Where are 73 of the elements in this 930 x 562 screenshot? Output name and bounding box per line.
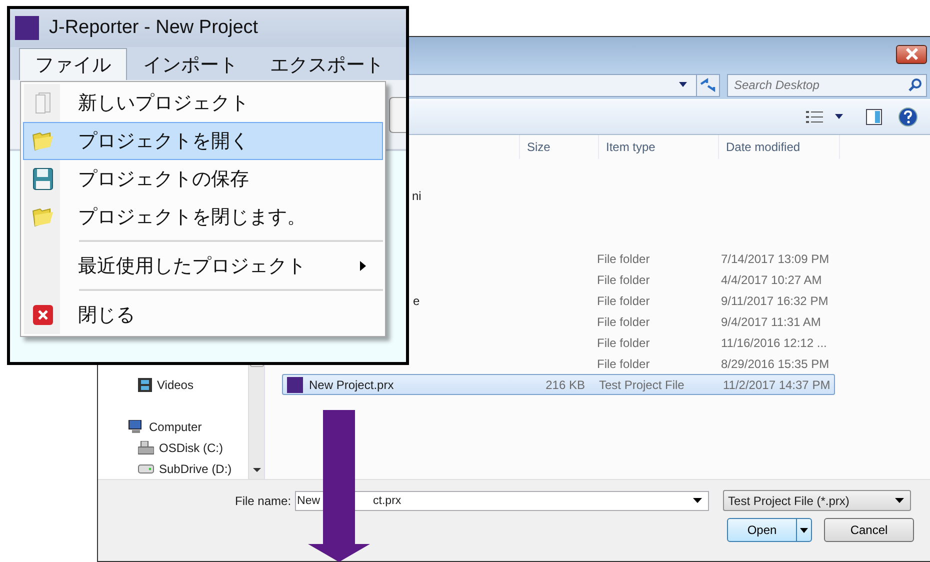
page-icon [35, 92, 51, 114]
file-type: File folder [597, 356, 650, 370]
file-row[interactable]: File folder 7/14/2017 13:09 PM [410, 248, 835, 269]
menu-item[interactable]: 新しいプロジェクト [23, 84, 383, 122]
file-row[interactable]: File folder 9/4/2017 11:31 AM [410, 311, 835, 332]
file-row[interactable]: e File folder 9/11/2017 16:32 PM [410, 290, 835, 311]
file-type-dropdown[interactable]: Test Project File (*.prx) [723, 490, 912, 511]
close-icon [904, 48, 918, 60]
date-modified: 11/2/2017 14:37 PM [723, 378, 830, 392]
file-name: ni [412, 188, 422, 202]
date-modified: 11/16/2016 12:12 ... [721, 336, 827, 350]
close-icon [33, 305, 53, 325]
search-field[interactable]: Search Desktop [727, 74, 927, 96]
file-type: Test Project File [599, 378, 684, 392]
dropdown-caret-icon [678, 82, 688, 88]
drive-icon [138, 440, 154, 454]
dropdown-caret-icon[interactable] [834, 114, 844, 120]
nav-item[interactable]: OSDisk (C:) [159, 440, 223, 454]
folder-icon [32, 131, 54, 151]
column-header[interactable]: Date modified [718, 135, 840, 159]
submenu-arrow-icon [360, 261, 366, 271]
file-type: File folder [597, 294, 650, 308]
date-modified: 9/11/2017 16:32 PM [721, 294, 828, 308]
file-size: 216 KB [546, 378, 585, 392]
file-name-field[interactable]: New ct.prx [295, 490, 710, 510]
menu-tab[interactable]: エクスポート [254, 48, 400, 80]
open-button[interactable]: Open [727, 518, 812, 542]
refresh-button[interactable] [696, 74, 720, 96]
date-modified: 9/4/2017 11:31 AM [721, 314, 821, 328]
view-options-icon[interactable] [806, 110, 824, 124]
app-icon [15, 16, 39, 40]
date-modified: 4/4/2017 10:27 AM [721, 272, 822, 286]
folder-icon [32, 207, 54, 227]
computer-icon [128, 420, 144, 434]
project-file-icon [287, 376, 303, 392]
file-row[interactable]: File folder 8/29/2016 15:35 PM [410, 353, 835, 374]
menu-tab[interactable]: インポート [127, 48, 254, 80]
window-title: J-Reporter - New Project [49, 17, 258, 39]
preview-pane-icon[interactable] [866, 109, 882, 125]
film-icon [138, 378, 152, 392]
file-name-label: File name: [235, 494, 292, 508]
menu-item[interactable]: 閉じる [23, 296, 383, 334]
toolbar-button[interactable] [389, 96, 406, 132]
menu-item[interactable]: プロジェクトの保存 [23, 160, 383, 198]
drive-icon [138, 464, 154, 474]
nav-item[interactable]: Videos [157, 378, 194, 392]
date-modified: 7/14/2017 13:09 PM [721, 252, 830, 266]
file-type: File folder [597, 336, 650, 350]
cancel-button[interactable]: Cancel [824, 518, 914, 542]
menu-item[interactable]: プロジェクトを開く [23, 122, 383, 160]
close-button[interactable] [896, 44, 927, 64]
dropdown-caret-icon [895, 498, 904, 503]
nav-item[interactable]: Computer [149, 420, 202, 434]
nav-item[interactable]: SubDrive (D:) [159, 462, 232, 476]
file-row[interactable]: File folder 11/16/2016 12:12 ... [410, 332, 835, 353]
dropdown-caret-icon [800, 528, 808, 532]
file-type: File folder [597, 314, 650, 328]
help-icon[interactable] [898, 107, 918, 127]
scroll-down-icon[interactable] [252, 468, 260, 473]
column-header[interactable]: Item type [598, 135, 718, 159]
file-name: e [413, 294, 420, 308]
menu-item[interactable]: プロジェクトを閉じます。 [23, 198, 383, 236]
file-type: File folder [597, 272, 650, 286]
menu-item[interactable]: 最近使用したプロジェクト [23, 247, 383, 285]
file-row[interactable]: File folder 4/4/2017 10:27 AM [410, 269, 835, 290]
menu-tab[interactable]: ファイル [19, 48, 127, 80]
search-icon [908, 78, 922, 92]
file-row[interactable]: New Project.prx 216 KB Test Project File 11/2/2017 14:37 PM [282, 374, 835, 395]
column-header[interactable]: Size [519, 135, 598, 159]
file-type: File folder [597, 252, 650, 266]
dropdown-caret-icon[interactable] [693, 498, 702, 503]
date-modified: 8/29/2016 15:35 PM [721, 356, 830, 370]
file-name: New Project.prx [309, 378, 394, 392]
